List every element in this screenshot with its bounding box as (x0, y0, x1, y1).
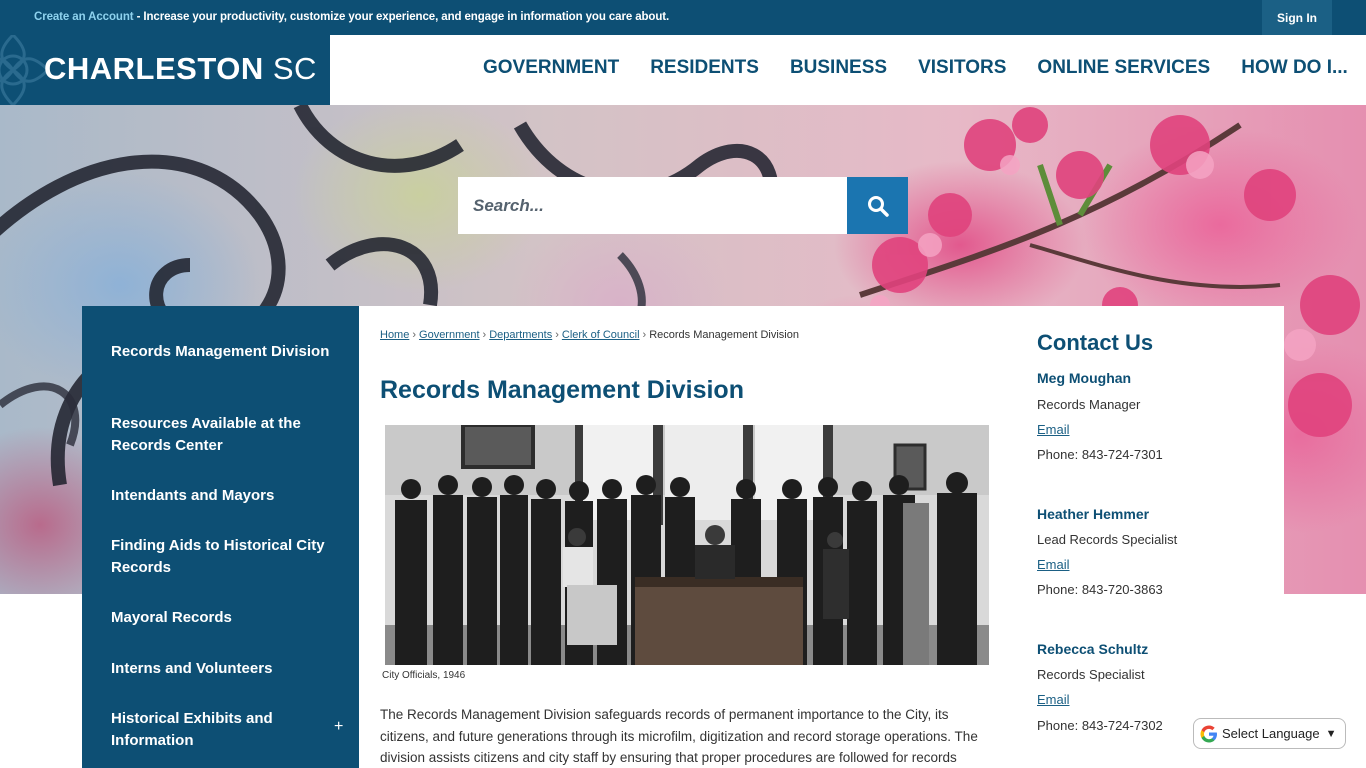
search-button[interactable] (847, 177, 908, 234)
logo-city: CHARLESTON (44, 51, 264, 86)
contact-name: Rebecca Schultz (1037, 641, 1149, 657)
sign-in-button[interactable]: Sign In (1262, 0, 1332, 35)
nav-residents[interactable]: RESIDENTS (650, 57, 759, 79)
historic-photo-artwork (385, 425, 989, 665)
breadcrumb-home[interactable]: Home (380, 329, 409, 341)
main-content: Home › Government › Departments › Clerk of Cou… (359, 306, 1284, 768)
page-title: Records Management Division (380, 376, 744, 404)
sidebar-item-resources-records-center[interactable]: Resources Available at the Records Cente… (111, 413, 331, 457)
chevron-down-icon: ▼ (1325, 727, 1337, 740)
contact-email-link[interactable]: Email (1037, 422, 1070, 437)
photo-caption: City Officials, 1946 (382, 670, 466, 681)
main-nav: GOVERNMENT RESIDENTS BUSINESS VISITORS O… (483, 57, 1366, 79)
language-label: Select Language (1222, 726, 1320, 741)
create-account-link[interactable]: Create an Account (34, 11, 134, 23)
sidebar-item-records-management[interactable]: Records Management Division (111, 341, 331, 363)
contact-name: Heather Hemmer (1037, 506, 1150, 522)
contact-email-link[interactable]: Email (1037, 557, 1070, 572)
breadcrumb-current: Records Management Division (649, 329, 799, 341)
sidebar-item-finding-aids[interactable]: Finding Aids to Historical City Records (111, 535, 331, 579)
contact-role: Records Specialist (1037, 667, 1145, 682)
ironwork-ornament-icon (0, 35, 48, 105)
sidebar-item-intendants-mayors[interactable]: Intendants and Mayors (111, 485, 331, 507)
contact-phone: Phone: 843-724-7302 (1037, 718, 1163, 733)
breadcrumb-separator: › (555, 329, 559, 341)
promo-text: - Increase your productivity, customize … (133, 11, 670, 23)
nav-government[interactable]: GOVERNMENT (483, 57, 619, 79)
breadcrumb-departments[interactable]: Departments (489, 329, 552, 341)
breadcrumb-government[interactable]: Government (419, 329, 480, 341)
nav-online-services[interactable]: ONLINE SERVICES (1037, 57, 1210, 79)
top-utility-bar: Create an Account - Increase your produc… (0, 0, 1366, 35)
sidebar-item-historical-exhibits[interactable]: Historical Exhibits and Information (111, 708, 331, 752)
contact-role: Lead Records Specialist (1037, 532, 1178, 547)
site-header: CHARLESTON SC GOVERNMENT RESIDENTS BUSIN… (0, 35, 1366, 105)
breadcrumb: Home › Government › Departments › Clerk of Cou… (380, 329, 799, 341)
language-selector[interactable]: Select Language ▼ (1193, 718, 1346, 749)
breadcrumb-separator: › (482, 329, 487, 341)
breadcrumb-clerk-of-council[interactable]: Clerk of Council (562, 329, 640, 341)
intro-paragraph: The Records Management Division safeguar… (380, 707, 978, 765)
search-input[interactable] (458, 177, 847, 234)
breadcrumb-separator: › (412, 329, 417, 341)
nav-how-do-i[interactable]: HOW DO I... (1241, 57, 1348, 79)
breadcrumb-separator: › (642, 329, 647, 341)
account-promo: Create an Account - Increase your produc… (34, 11, 669, 23)
sidebar-item-mayoral-records[interactable]: Mayoral Records (111, 607, 331, 629)
nav-business[interactable]: BUSINESS (790, 57, 887, 79)
contact-phone: Phone: 843-720-3863 (1037, 582, 1163, 597)
sidebar-item-interns-volunteers[interactable]: Interns and Volunteers (111, 658, 331, 680)
logo-text: CHARLESTON SC (44, 51, 317, 87)
expand-icon[interactable]: + (334, 718, 343, 736)
contact-email-link[interactable]: Email (1037, 692, 1070, 707)
google-icon (1200, 725, 1217, 742)
contact-phone: Phone: 843-724-7301 (1037, 447, 1163, 462)
contact-role: Records Manager (1037, 397, 1141, 412)
city-officials-photo (385, 425, 989, 665)
site-logo[interactable]: CHARLESTON SC (0, 35, 330, 105)
search-icon (867, 195, 889, 217)
contact-heading: Contact Us (1037, 330, 1154, 355)
contact-name: Meg Moughan (1037, 370, 1132, 386)
nav-visitors[interactable]: VISITORS (918, 57, 1006, 79)
section-sidebar-nav: Records Management Division Resources Av… (82, 306, 359, 768)
logo-state: SC (272, 51, 317, 86)
site-search (458, 177, 847, 234)
